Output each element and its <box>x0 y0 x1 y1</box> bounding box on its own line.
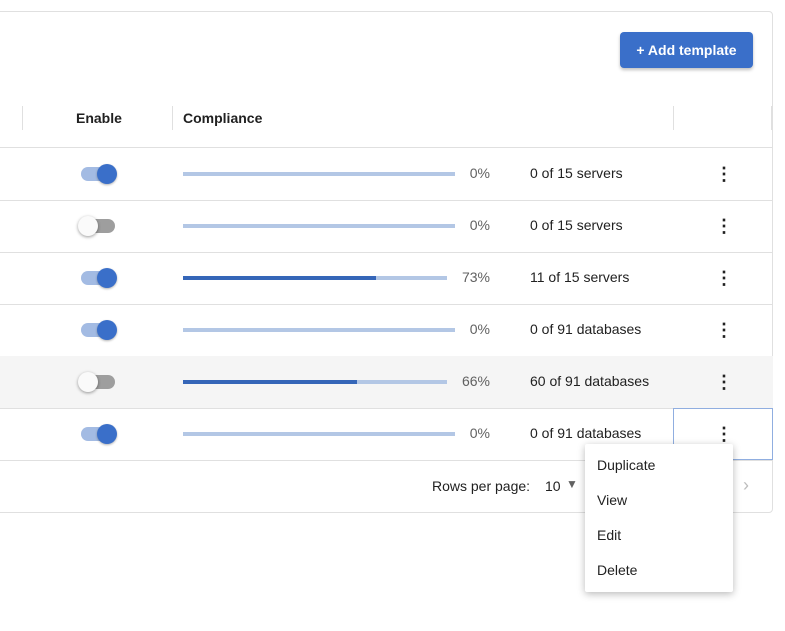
compliance-percent: 0% <box>469 425 490 441</box>
compliance-count: 0 of 15 servers <box>530 165 623 181</box>
compliance-percent: 66% <box>461 373 490 389</box>
compliance-progress-bar <box>183 432 455 436</box>
compliance-progress-bar <box>183 328 455 332</box>
toggle-thumb <box>78 216 98 236</box>
compliance-progress-bar <box>183 276 447 280</box>
more-vertical-icon[interactable]: ⋮ <box>714 424 734 444</box>
compliance-progress-bar <box>183 172 455 176</box>
compliance-percent: 0% <box>469 321 490 337</box>
rows-per-page-label: Rows per page: <box>432 478 531 494</box>
chevron-right-icon[interactable]: › <box>743 475 749 496</box>
menu-item-duplicate[interactable]: Duplicate <box>597 457 655 473</box>
compliance-count: 60 of 91 databases <box>530 373 650 389</box>
compliance-count: 11 of 15 servers <box>530 269 630 285</box>
table-row: 66% 60 of 91 databases ⋮ <box>0 356 773 408</box>
table-row: 0% 0 of 91 databases ⋮ <box>0 304 773 356</box>
add-template-button[interactable]: + Add template <box>620 32 753 68</box>
menu-item-edit[interactable]: Edit <box>597 527 621 543</box>
compliance-count: 0 of 91 databases <box>530 321 642 337</box>
caret-down-icon[interactable]: ▼ <box>566 477 578 491</box>
column-divider <box>22 106 23 130</box>
toggle-thumb <box>78 372 98 392</box>
compliance-progress-fill <box>183 276 376 280</box>
more-vertical-icon[interactable]: ⋮ <box>714 372 734 392</box>
enable-toggle[interactable] <box>80 268 118 288</box>
compliance-percent: 73% <box>461 269 490 285</box>
compliance-percent: 0% <box>469 217 490 233</box>
compliance-progress-bar <box>183 380 447 384</box>
compliance-count: 0 of 91 databases <box>530 425 642 441</box>
more-vertical-icon[interactable]: ⋮ <box>714 216 734 236</box>
compliance-percent: 0% <box>469 165 490 181</box>
column-divider <box>673 106 674 130</box>
column-divider <box>172 106 173 130</box>
menu-item-view[interactable]: View <box>597 492 627 508</box>
compliance-progress-fill <box>183 380 357 384</box>
toggle-thumb <box>97 424 117 444</box>
compliance-count: 0 of 15 servers <box>530 217 623 233</box>
toggle-thumb <box>97 320 117 340</box>
more-vertical-icon[interactable]: ⋮ <box>714 320 734 340</box>
header-compliance: Compliance <box>183 110 263 126</box>
enable-toggle[interactable] <box>80 320 118 340</box>
header-enable: Enable <box>76 110 122 126</box>
compliance-progress-bar <box>183 224 455 228</box>
row-context-menu: Duplicate View Edit Delete <box>585 444 733 592</box>
more-vertical-icon[interactable]: ⋮ <box>714 164 734 184</box>
enable-toggle[interactable] <box>80 164 118 184</box>
enable-toggle[interactable] <box>78 372 118 392</box>
table-row: 0% 0 of 15 servers ⋮ <box>0 148 773 200</box>
table-row: 0% 0 of 15 servers ⋮ <box>0 200 773 252</box>
column-divider <box>771 106 772 130</box>
toggle-thumb <box>97 164 117 184</box>
enable-toggle[interactable] <box>80 424 118 444</box>
table-row: 73% 11 of 15 servers ⋮ <box>0 252 773 304</box>
toggle-thumb <box>97 268 117 288</box>
more-vertical-icon[interactable]: ⋮ <box>714 268 734 288</box>
menu-item-delete[interactable]: Delete <box>597 562 637 578</box>
rows-per-page-select[interactable]: 10 <box>545 478 561 494</box>
enable-toggle[interactable] <box>78 216 118 236</box>
